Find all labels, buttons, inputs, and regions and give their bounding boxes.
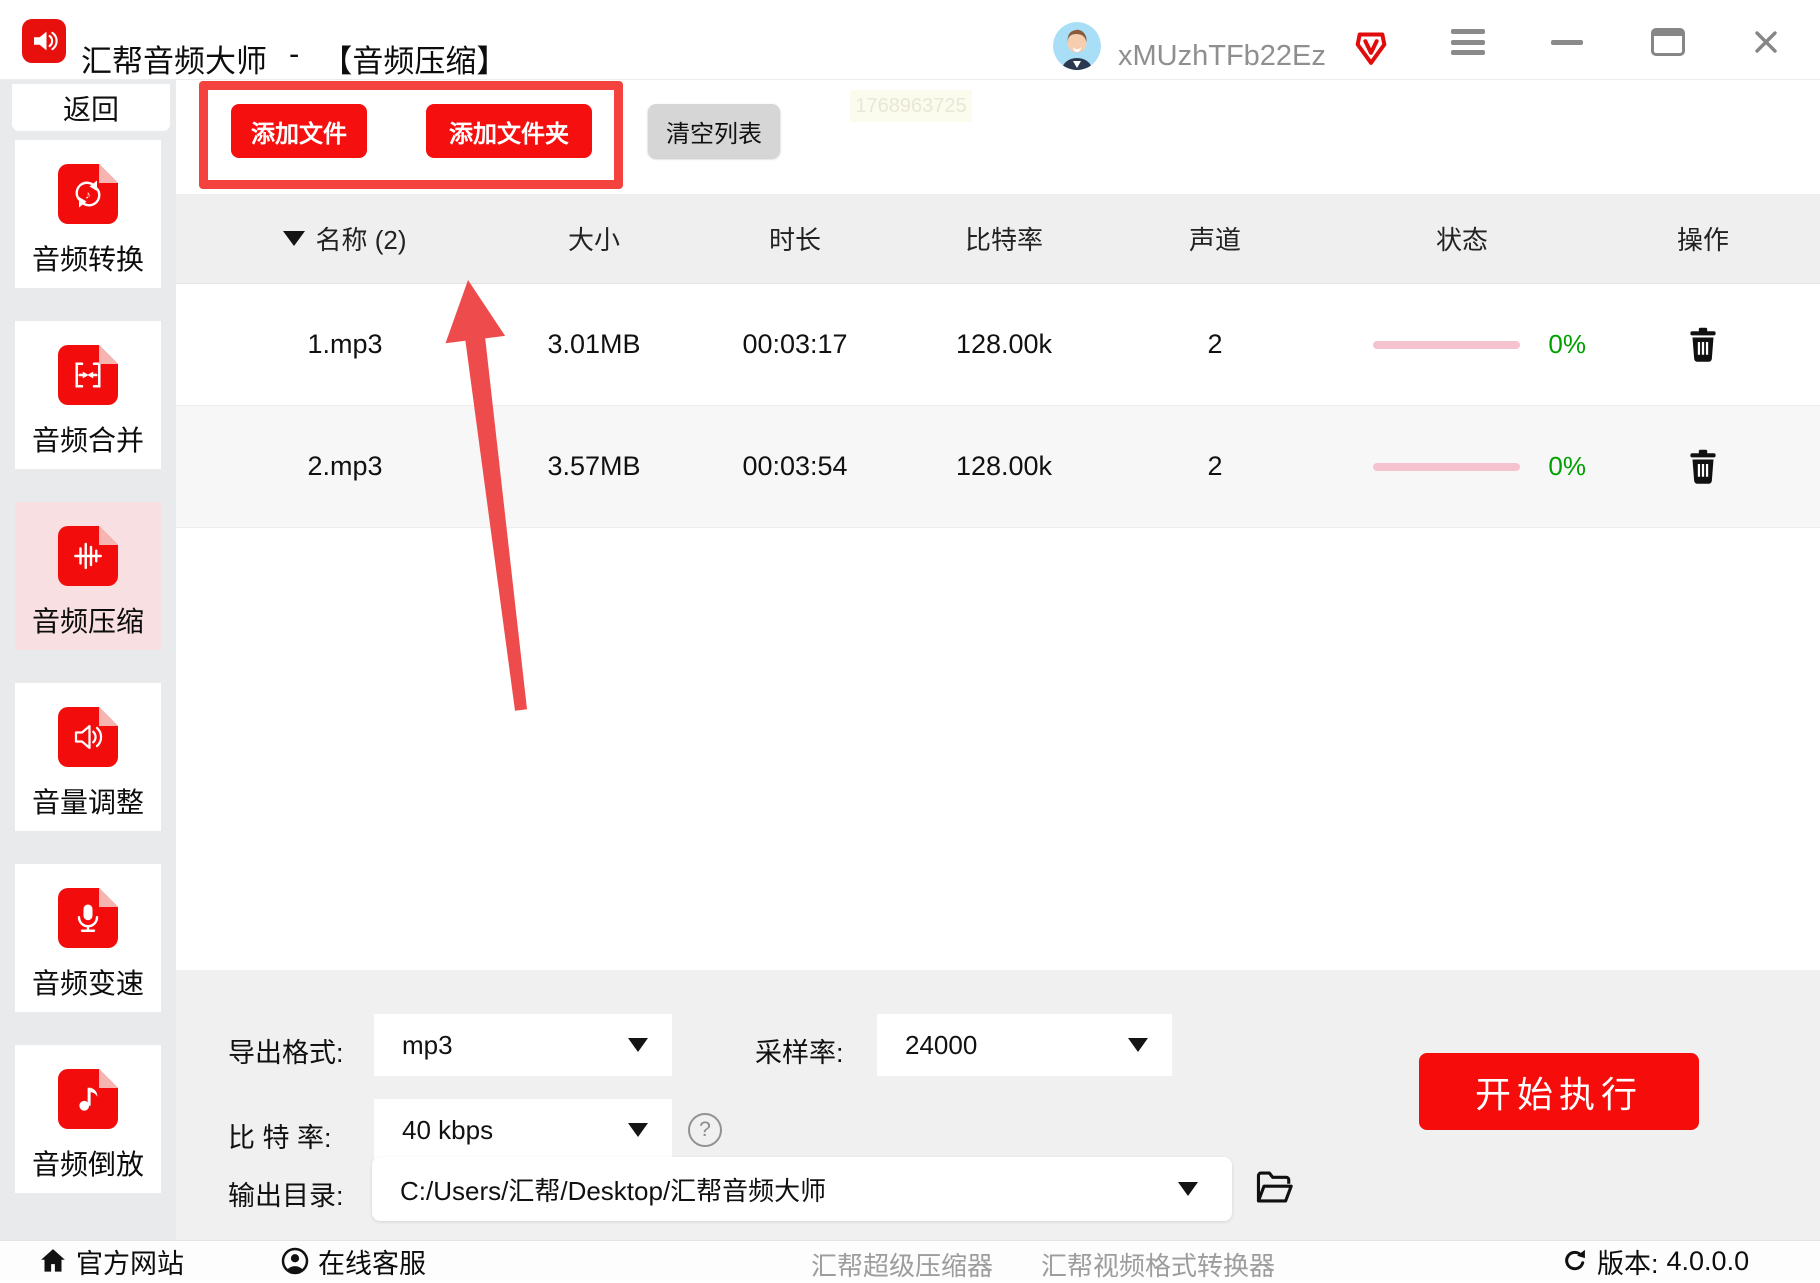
column-header-duration[interactable]: 时长 bbox=[674, 220, 916, 257]
sidebar: 返回 ♪ 音频转换 音频合并 音频压缩 音量调整 音频变速 音频倒放 bbox=[0, 80, 176, 1240]
help-icon[interactable]: ? bbox=[688, 1113, 722, 1147]
sort-arrow-icon bbox=[283, 231, 306, 246]
delete-file-button[interactable] bbox=[1685, 447, 1721, 487]
file-duration: 00:03:17 bbox=[742, 329, 848, 359]
sample-rate-select[interactable]: 24000 bbox=[877, 1014, 1172, 1076]
sidebar-item-label: 音频压缩 bbox=[31, 606, 144, 637]
app-name: 汇帮音频大师 bbox=[81, 44, 267, 79]
progress-bar bbox=[1373, 462, 1521, 471]
file-duration: 00:03:54 bbox=[742, 451, 848, 481]
audio-compress-icon bbox=[58, 526, 118, 586]
sidebar-item-label: 音频转换 bbox=[31, 244, 144, 275]
delete-file-button[interactable] bbox=[1685, 325, 1721, 365]
export-format-select[interactable]: mp3 bbox=[374, 1014, 672, 1076]
browse-folder-button[interactable] bbox=[1254, 1169, 1294, 1208]
compressor-product-link[interactable]: 汇帮超级压缩器 bbox=[811, 1246, 993, 1283]
bitrate-label: 比 特 率: bbox=[228, 1123, 332, 1153]
file-channels: 2 bbox=[1207, 329, 1223, 359]
version-info: 版本: 4.0.0.0 bbox=[1561, 1241, 1749, 1281]
sidebar-item-audio-merge[interactable]: 音频合并 bbox=[15, 321, 161, 469]
title-bar: 汇帮音频大师 - 【音频压缩】 xMUzhTFb22Ez bbox=[0, 0, 1820, 80]
back-button[interactable]: 返回 bbox=[12, 84, 170, 131]
sidebar-item-audio-speed[interactable]: 音频变速 bbox=[15, 864, 161, 1012]
version-value: 4.0.0.0 bbox=[1666, 1245, 1750, 1276]
sidebar-item-volume-adjust[interactable]: 音量调整 bbox=[15, 683, 161, 831]
output-dir-select[interactable]: C:/Users/汇帮/Desktop/汇帮音频大师 bbox=[372, 1157, 1232, 1221]
file-bitrate: 128.00k bbox=[955, 329, 1053, 359]
settings-panel: 导出格式: mp3 采样率: 24000 比 特 率: 40 kbps ? 输出… bbox=[176, 970, 1820, 1240]
column-header-bitrate[interactable]: 比特率 bbox=[916, 220, 1092, 257]
start-execute-button[interactable]: 开始执行 bbox=[1419, 1053, 1699, 1130]
online-service-link[interactable]: 在线客服 bbox=[280, 1241, 426, 1281]
clear-list-button[interactable]: 清空列表 bbox=[648, 104, 780, 158]
sidebar-item-label: 音频合并 bbox=[31, 425, 144, 456]
progress-bar bbox=[1373, 340, 1521, 349]
file-size: 3.57MB bbox=[547, 451, 641, 481]
column-header-channels[interactable]: 声道 bbox=[1092, 220, 1338, 257]
title-separator: - bbox=[289, 36, 300, 71]
chevron-down-icon bbox=[1178, 1182, 1198, 1196]
svg-text:♪: ♪ bbox=[85, 190, 91, 202]
sidebar-item-label: 音频倒放 bbox=[31, 1149, 144, 1180]
column-header-status: 状态 bbox=[1435, 225, 1488, 255]
progress-percent: 0% bbox=[1548, 451, 1586, 481]
customer-service-icon bbox=[281, 1247, 309, 1275]
audio-speed-icon bbox=[58, 888, 118, 948]
footer: 官方网站 在线客服 汇帮超级压缩器 汇帮视频格式转换器 版本: 4.0.0.0 bbox=[0, 1240, 1820, 1283]
home-icon bbox=[41, 1249, 65, 1272]
close-button[interactable] bbox=[1744, 22, 1788, 62]
minimize-button[interactable] bbox=[1545, 22, 1589, 62]
maximize-button[interactable] bbox=[1646, 22, 1690, 62]
table-row[interactable]: 2.mp3 3.57MB 00:03:54 128.00k 2 0% bbox=[176, 406, 1820, 528]
action-cell bbox=[1586, 325, 1820, 365]
user-avatar[interactable] bbox=[1053, 22, 1101, 70]
update-refresh-icon[interactable] bbox=[1561, 1247, 1589, 1275]
file-channels: 2 bbox=[1207, 451, 1223, 481]
file-table-header: 名称 (2) 大小 时长 比特率 声道 状态 操作 bbox=[176, 194, 1820, 284]
column-header-action: 操作 bbox=[1676, 225, 1729, 255]
file-size: 3.01MB bbox=[547, 329, 641, 359]
status-cell: 0% bbox=[1338, 329, 1586, 360]
status-cell: 0% bbox=[1338, 451, 1586, 482]
version-label: 版本: bbox=[1597, 1248, 1659, 1279]
action-cell bbox=[1586, 447, 1820, 487]
chevron-down-icon bbox=[1128, 1038, 1148, 1052]
official-site-link[interactable]: 官方网站 bbox=[38, 1241, 184, 1281]
bitrate-select[interactable]: 40 kbps bbox=[374, 1099, 672, 1161]
watermark-text: 1768963725 bbox=[850, 90, 972, 122]
video-converter-product-link[interactable]: 汇帮视频格式转换器 bbox=[1041, 1246, 1275, 1283]
audio-merge-icon bbox=[58, 345, 118, 405]
window-title: 汇帮音频大师 - 【音频压缩】 bbox=[81, 36, 507, 81]
chevron-down-icon bbox=[628, 1123, 648, 1137]
file-name: 2.mp3 bbox=[307, 451, 383, 481]
table-row[interactable]: 1.mp3 3.01MB 00:03:17 128.00k 2 0% bbox=[176, 284, 1820, 406]
add-file-button[interactable]: 添加文件 bbox=[231, 104, 367, 158]
output-dir-label: 输出目录: bbox=[228, 1181, 344, 1211]
sidebar-item-audio-reverse[interactable]: 音频倒放 bbox=[15, 1045, 161, 1193]
sidebar-item-label: 音频变速 bbox=[31, 968, 144, 999]
column-header-size[interactable]: 大小 bbox=[514, 220, 674, 257]
file-bitrate: 128.00k bbox=[955, 451, 1053, 481]
progress-percent: 0% bbox=[1548, 329, 1586, 359]
export-format-label: 导出格式: bbox=[228, 1038, 344, 1068]
main-content: 添加文件 添加文件夹 清空列表 1768963725 名称 (2) 大小 时长 … bbox=[176, 80, 1820, 1240]
column-header-name[interactable]: 名称 (2) bbox=[176, 220, 514, 257]
chevron-down-icon bbox=[628, 1038, 648, 1052]
add-folder-button[interactable]: 添加文件夹 bbox=[426, 104, 592, 158]
file-name: 1.mp3 bbox=[307, 329, 383, 359]
audio-convert-icon: ♪ bbox=[58, 164, 118, 224]
sidebar-item-label: 音量调整 bbox=[31, 787, 144, 818]
app-logo-icon bbox=[22, 19, 66, 63]
sample-rate-label: 采样率: bbox=[755, 1038, 844, 1068]
username: xMUzhTFb22Ez bbox=[1118, 40, 1326, 72]
volume-adjust-icon bbox=[58, 707, 118, 767]
sidebar-item-audio-compress[interactable]: 音频压缩 bbox=[15, 502, 161, 650]
menu-button[interactable] bbox=[1446, 22, 1490, 62]
vip-badge-icon[interactable] bbox=[1351, 27, 1391, 67]
page-title: 【音频压缩】 bbox=[321, 44, 508, 79]
audio-reverse-icon bbox=[58, 1069, 118, 1129]
sidebar-item-audio-convert[interactable]: ♪ 音频转换 bbox=[15, 140, 161, 288]
